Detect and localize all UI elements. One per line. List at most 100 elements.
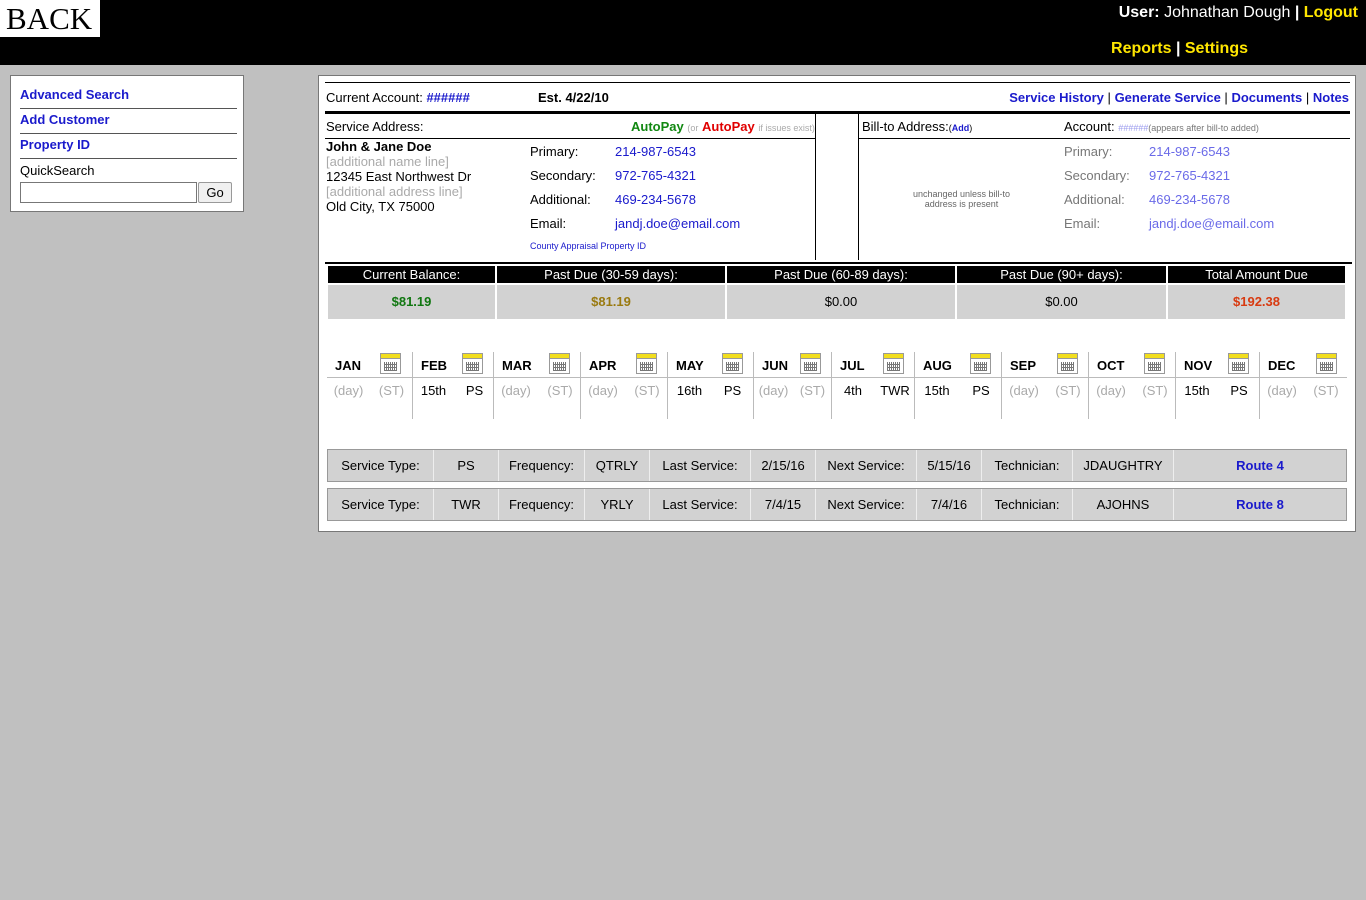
secondary-label: Secondary:	[530, 168, 596, 183]
bill-account-label: Account:	[1064, 119, 1115, 134]
next-service-value: 7/4/16	[917, 489, 982, 520]
reports-link[interactable]: Reports	[1111, 40, 1171, 57]
add-customer-link[interactable]: Add Customer	[20, 109, 237, 134]
calendar-icon[interactable]	[800, 353, 821, 374]
divider	[859, 138, 1350, 139]
next-service-label: Next Service:	[816, 489, 917, 520]
month-name: MAY	[676, 358, 704, 373]
bill-email-label: Email:	[1064, 216, 1101, 231]
month-header: JAN	[327, 352, 412, 378]
calendar-icon[interactable]	[549, 353, 570, 374]
street-address: 12345 East Northwest Dr	[326, 169, 472, 184]
service-type: PS	[1230, 383, 1248, 398]
bill-additional-label: Additional:	[1064, 192, 1125, 207]
notes-link[interactable]: Notes	[1313, 90, 1349, 105]
bill-account-number: ######	[1118, 123, 1149, 133]
month-name: JUL	[840, 358, 865, 373]
account-number-link[interactable]: ######	[426, 90, 469, 105]
calendar-icon[interactable]	[1057, 353, 1078, 374]
service-row[interactable]: Service Type: TWR Frequency: YRLY Last S…	[327, 488, 1347, 521]
month-name: APR	[589, 358, 617, 373]
month-name: SEP	[1010, 358, 1037, 373]
service-day: (day)	[1096, 383, 1126, 398]
additional-address-line: [additional address line]	[326, 184, 463, 199]
last-service-value: 2/15/16	[751, 450, 816, 481]
service-day: (day)	[501, 383, 531, 398]
last-service-value: 7/4/15	[751, 489, 816, 520]
month-header: MAY	[668, 352, 753, 378]
route-link[interactable]: Route 8	[1236, 497, 1284, 512]
primary-label: Primary:	[530, 144, 579, 159]
quicksearch-input[interactable]	[20, 182, 197, 203]
primary-phone[interactable]: 214-987-6543	[615, 144, 696, 159]
calendar-icon[interactable]	[636, 353, 657, 374]
month-header: SEP	[1002, 352, 1088, 378]
month-name: JUN	[762, 358, 789, 373]
autopay-issue: AutoPay	[701, 119, 755, 134]
back-logo[interactable]: BACK	[0, 0, 100, 37]
balance-header: Past Due (90+ days):	[957, 266, 1166, 283]
logout-link[interactable]: Logout	[1304, 4, 1358, 21]
service-address-label: Service Address:	[326, 119, 424, 134]
service-history-link[interactable]: Service History	[1009, 90, 1104, 105]
service-day: 16th	[676, 383, 703, 398]
month-apr: APR (day) (ST)	[580, 352, 667, 419]
month-header: AUG	[915, 352, 1001, 378]
calendar-icon[interactable]	[883, 353, 904, 374]
balance-value: $192.38	[1168, 285, 1345, 319]
technician-value: JDAUGHTRY	[1073, 450, 1174, 481]
calendar-icon[interactable]	[722, 353, 743, 374]
separator: |	[1305, 90, 1310, 105]
autopay-issue-note: if issues exist)	[758, 123, 815, 133]
next-service-label: Next Service:	[816, 450, 917, 481]
service-type-label: Service Type:	[328, 450, 434, 481]
add-bill-to-link[interactable]: Add	[952, 123, 970, 133]
add-close: )	[969, 123, 973, 133]
divider	[858, 114, 859, 260]
secondary-phone[interactable]: 972-765-4321	[615, 168, 696, 183]
calendar-icon[interactable]	[1144, 353, 1165, 374]
bill-primary-phone[interactable]: 214-987-6543	[1149, 144, 1230, 159]
user-name: Johnathan Dough	[1164, 4, 1291, 21]
advanced-search-link[interactable]: Advanced Search	[20, 84, 237, 109]
service-type-label: Service Type:	[328, 489, 434, 520]
service-row[interactable]: Service Type: PS Frequency: QTRLY Last S…	[327, 449, 1347, 482]
balance-column: Total Amount Due $192.38	[1168, 266, 1345, 319]
customer-name: John & Jane Doe	[326, 139, 432, 154]
calendar-icon[interactable]	[1316, 353, 1337, 374]
autopay-or: (or	[687, 123, 699, 133]
bill-email-link[interactable]: jandj.doe@email.com	[1149, 216, 1274, 231]
generate-service-link[interactable]: Generate Service	[1115, 90, 1221, 105]
top-header: BACK User: Johnathan Dough | Logout Repo…	[0, 0, 1366, 65]
property-id-link[interactable]: Property ID	[20, 134, 237, 159]
calendar-icon[interactable]	[380, 353, 401, 374]
month-mar: MAR (day) (ST)	[493, 352, 580, 419]
frequency-value: QTRLY	[585, 450, 650, 481]
bill-to-text: Bill-to Address:	[862, 119, 949, 134]
route-link[interactable]: Route 4	[1236, 458, 1284, 473]
service-day: 4th	[843, 383, 863, 398]
divider	[325, 82, 1350, 83]
autopay-active: AutoPay	[631, 119, 684, 134]
balance-value: $81.19	[328, 285, 495, 319]
calendar-icon[interactable]	[462, 353, 483, 374]
balance-header: Past Due (30-59 days):	[497, 266, 725, 283]
city-state-zip: Old City, TX 75000	[326, 199, 435, 214]
bill-to-label: Bill-to Address:(Add)	[862, 119, 972, 134]
bill-additional-phone[interactable]: 469-234-5678	[1149, 192, 1230, 207]
service-day: 15th	[1184, 383, 1210, 398]
month-name: MAR	[502, 358, 532, 373]
email-link[interactable]: jandj.doe@email.com	[615, 216, 740, 231]
settings-link[interactable]: Settings	[1185, 40, 1248, 57]
technician-label: Technician:	[982, 489, 1073, 520]
go-button[interactable]: Go	[198, 182, 232, 203]
technician-value: AJOHNS	[1073, 489, 1174, 520]
bill-secondary-label: Secondary:	[1064, 168, 1130, 183]
bill-secondary-phone[interactable]: 972-765-4321	[1149, 168, 1230, 183]
calendar-icon[interactable]	[970, 353, 991, 374]
documents-link[interactable]: Documents	[1231, 90, 1302, 105]
month-may: MAY 16th PS	[667, 352, 753, 419]
additional-phone[interactable]: 469-234-5678	[615, 192, 696, 207]
calendar-icon[interactable]	[1228, 353, 1249, 374]
county-appraisal-link[interactable]: County Appraisal Property ID	[530, 241, 646, 251]
